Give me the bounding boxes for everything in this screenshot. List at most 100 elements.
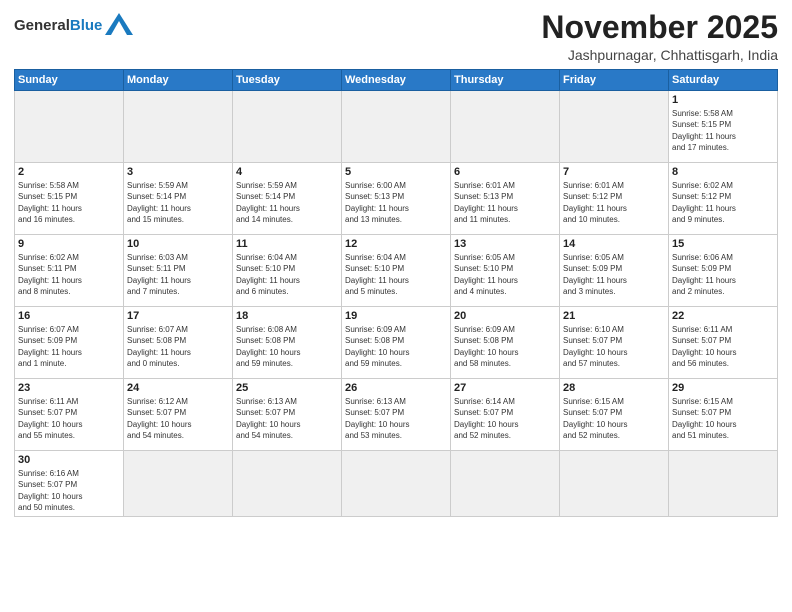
table-row: 8Sunrise: 6:02 AM Sunset: 5:12 PM Daylig… — [669, 163, 778, 235]
day-number: 3 — [127, 166, 229, 178]
day-number: 21 — [563, 310, 665, 322]
logo: General Blue — [14, 14, 133, 36]
table-row: 28Sunrise: 6:15 AM Sunset: 5:07 PM Dayli… — [560, 379, 669, 451]
col-wednesday: Wednesday — [342, 70, 451, 91]
day-info: Sunrise: 5:59 AM Sunset: 5:14 PM Dayligh… — [236, 180, 338, 225]
location-subtitle: Jashpurnagar, Chhattisgarh, India — [541, 47, 778, 63]
day-info: Sunrise: 6:01 AM Sunset: 5:12 PM Dayligh… — [563, 180, 665, 225]
col-thursday: Thursday — [451, 70, 560, 91]
table-row: 22 Sunrise: 6:11 AM Sunset: 5:07 PM Dayli… — [669, 307, 778, 379]
calendar-week-row: 30 Sunrise: 6:16 AM Sunset: 5:07 PM Dayli… — [15, 451, 778, 517]
calendar-week-row: 16Sunrise: 6:07 AM Sunset: 5:09 PM Dayli… — [15, 307, 778, 379]
calendar-week-row: 1 Sunrise: 5:58 AM Sunset: 5:15 PM Daylig… — [15, 91, 778, 163]
day-number: 14 — [563, 238, 665, 250]
table-row: 14 Sunrise: 6:05 AM Sunset: 5:09 PM Dayli… — [560, 235, 669, 307]
table-row: 23 Sunrise: 6:11 AM Sunset: 5:07 PM Dayli… — [15, 379, 124, 451]
day-info: Sunrise: 5:58 AM Sunset: 5:15 PM Dayligh… — [672, 108, 774, 153]
day-info: Sunrise: 6:04 AM Sunset: 5:10 PM Dayligh… — [345, 252, 447, 297]
day-number: 4 — [236, 166, 338, 178]
table-row: 29 Sunrise: 6:15 AM Sunset: 5:07 PM Dayli… — [669, 379, 778, 451]
day-info: Sunrise: 5:59 AM Sunset: 5:14 PM Dayligh… — [127, 180, 229, 225]
table-row: 21Sunrise: 6:10 AM Sunset: 5:07 PM Dayli… — [560, 307, 669, 379]
day-info: Sunrise: 6:04 AM Sunset: 5:10 PM Dayligh… — [236, 252, 338, 297]
title-area: November 2025 Jashpurnagar, Chhattisgarh… — [541, 10, 778, 63]
table-row: 6Sunrise: 6:01 AM Sunset: 5:13 PM Daylig… — [451, 163, 560, 235]
day-number: 18 — [236, 310, 338, 322]
day-info: Sunrise: 6:05 AM Sunset: 5:09 PM Dayligh… — [563, 252, 665, 297]
table-row — [124, 451, 233, 517]
table-row: 9Sunrise: 6:02 AM Sunset: 5:11 PM Daylig… — [15, 235, 124, 307]
table-row: 16Sunrise: 6:07 AM Sunset: 5:09 PM Dayli… — [15, 307, 124, 379]
month-year-title: November 2025 — [541, 10, 778, 45]
table-row: 4 Sunrise: 5:59 AM Sunset: 5:14 PM Daylig… — [233, 163, 342, 235]
day-number: 13 — [454, 238, 556, 250]
table-row: 11Sunrise: 6:04 AM Sunset: 5:10 PM Dayli… — [233, 235, 342, 307]
day-number: 30 — [18, 454, 120, 466]
logo-general-text: General — [14, 17, 70, 34]
day-info: Sunrise: 6:11 AM Sunset: 5:07 PM Dayligh… — [18, 396, 120, 441]
table-row: 2 Sunrise: 5:58 AM Sunset: 5:15 PM Daylig… — [15, 163, 124, 235]
table-row — [15, 91, 124, 163]
day-number: 20 — [454, 310, 556, 322]
table-row: 15 Sunrise: 6:06 AM Sunset: 5:09 PM Dayli… — [669, 235, 778, 307]
day-number: 16 — [18, 310, 120, 322]
day-info: Sunrise: 6:00 AM Sunset: 5:13 PM Dayligh… — [345, 180, 447, 225]
day-number: 27 — [454, 382, 556, 394]
day-number: 24 — [127, 382, 229, 394]
col-friday: Friday — [560, 70, 669, 91]
day-number: 5 — [345, 166, 447, 178]
table-row — [560, 451, 669, 517]
header: General Blue November 2025 Jashpurnagar,… — [14, 10, 778, 63]
day-info: Sunrise: 6:13 AM Sunset: 5:07 PM Dayligh… — [345, 396, 447, 441]
day-info: Sunrise: 6:06 AM Sunset: 5:09 PM Dayligh… — [672, 252, 774, 297]
table-row — [451, 451, 560, 517]
table-row: 27Sunrise: 6:14 AM Sunset: 5:07 PM Dayli… — [451, 379, 560, 451]
table-row — [342, 451, 451, 517]
day-info: Sunrise: 6:09 AM Sunset: 5:08 PM Dayligh… — [454, 324, 556, 369]
table-row: 12 Sunrise: 6:04 AM Sunset: 5:10 PM Dayli… — [342, 235, 451, 307]
day-info: Sunrise: 6:09 AM Sunset: 5:08 PM Dayligh… — [345, 324, 447, 369]
col-sunday: Sunday — [15, 70, 124, 91]
day-number: 1 — [672, 94, 774, 106]
calendar-header-row: Sunday Monday Tuesday Wednesday Thursday… — [15, 70, 778, 91]
calendar-table: Sunday Monday Tuesday Wednesday Thursday… — [14, 69, 778, 517]
calendar-week-row: 2 Sunrise: 5:58 AM Sunset: 5:15 PM Daylig… — [15, 163, 778, 235]
calendar-week-row: 23 Sunrise: 6:11 AM Sunset: 5:07 PM Dayli… — [15, 379, 778, 451]
day-number: 2 — [18, 166, 120, 178]
col-monday: Monday — [124, 70, 233, 91]
day-number: 19 — [345, 310, 447, 322]
day-info: Sunrise: 6:15 AM Sunset: 5:07 PM Dayligh… — [672, 396, 774, 441]
day-number: 15 — [672, 238, 774, 250]
table-row: 13Sunrise: 6:05 AM Sunset: 5:10 PM Dayli… — [451, 235, 560, 307]
table-row: 10 Sunrise: 6:03 AM Sunset: 5:11 PM Dayli… — [124, 235, 233, 307]
day-info: Sunrise: 6:11 AM Sunset: 5:07 PM Dayligh… — [672, 324, 774, 369]
table-row: 24 Sunrise: 6:12 AM Sunset: 5:07 PM Dayli… — [124, 379, 233, 451]
table-row — [560, 91, 669, 163]
day-number: 12 — [345, 238, 447, 250]
day-info: Sunrise: 6:16 AM Sunset: 5:07 PM Dayligh… — [18, 468, 120, 513]
day-number: 29 — [672, 382, 774, 394]
day-info: Sunrise: 6:08 AM Sunset: 5:08 PM Dayligh… — [236, 324, 338, 369]
day-number: 23 — [18, 382, 120, 394]
day-info: Sunrise: 6:12 AM Sunset: 5:07 PM Dayligh… — [127, 396, 229, 441]
table-row — [669, 451, 778, 517]
day-number: 22 — [672, 310, 774, 322]
day-info: Sunrise: 6:02 AM Sunset: 5:11 PM Dayligh… — [18, 252, 120, 297]
day-info: Sunrise: 5:58 AM Sunset: 5:15 PM Dayligh… — [18, 180, 120, 225]
day-info: Sunrise: 6:03 AM Sunset: 5:11 PM Dayligh… — [127, 252, 229, 297]
day-info: Sunrise: 6:02 AM Sunset: 5:12 PM Dayligh… — [672, 180, 774, 225]
day-number: 25 — [236, 382, 338, 394]
table-row: 3 Sunrise: 5:59 AM Sunset: 5:14 PM Daylig… — [124, 163, 233, 235]
day-number: 28 — [563, 382, 665, 394]
col-saturday: Saturday — [669, 70, 778, 91]
table-row — [124, 91, 233, 163]
day-number: 10 — [127, 238, 229, 250]
table-row — [342, 91, 451, 163]
table-row: 25Sunrise: 6:13 AM Sunset: 5:07 PM Dayli… — [233, 379, 342, 451]
day-info: Sunrise: 6:07 AM Sunset: 5:08 PM Dayligh… — [127, 324, 229, 369]
table-row: 30 Sunrise: 6:16 AM Sunset: 5:07 PM Dayli… — [15, 451, 124, 517]
col-tuesday: Tuesday — [233, 70, 342, 91]
table-row: 17Sunrise: 6:07 AM Sunset: 5:08 PM Dayli… — [124, 307, 233, 379]
table-row: 26Sunrise: 6:13 AM Sunset: 5:07 PM Dayli… — [342, 379, 451, 451]
calendar-week-row: 9Sunrise: 6:02 AM Sunset: 5:11 PM Daylig… — [15, 235, 778, 307]
